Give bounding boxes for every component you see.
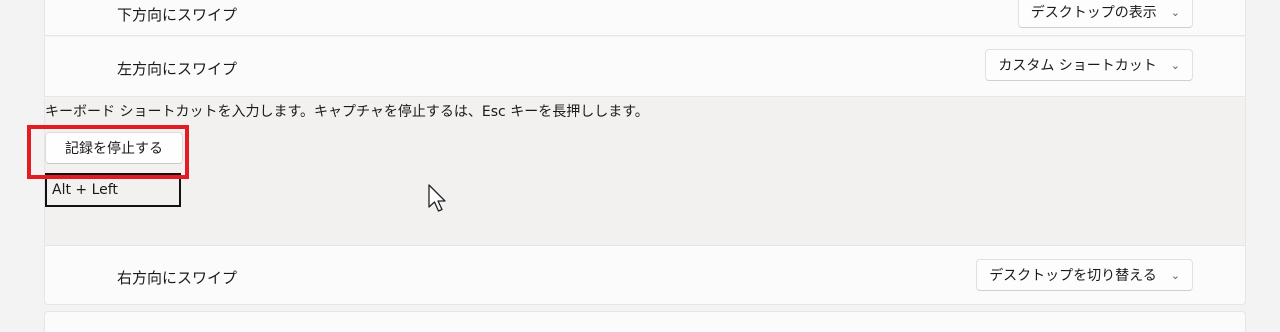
swipe-right-row: 右方向にスワイプ デスクトップを切り替える ⌄ — [44, 245, 1246, 305]
stop-recording-button[interactable]: 記録を停止する — [45, 132, 183, 164]
next-settings-card — [44, 311, 1246, 332]
swipe-down-label: 下方向にスワイプ — [117, 6, 238, 24]
swipe-down-dropdown-value: デスクトップの表示 — [1030, 5, 1157, 21]
swipe-left-dropdown[interactable]: カスタム ショートカット ⌄ — [985, 49, 1193, 81]
swipe-down-dropdown[interactable]: デスクトップの表示 ⌄ — [1017, 0, 1193, 28]
swipe-right-label: 右方向にスワイプ — [117, 269, 238, 287]
swipe-left-row: 左方向にスワイプ カスタム ショートカット ⌄ — [44, 37, 1246, 97]
settings-page: 下方向にスワイプ デスクトップの表示 ⌄ 左方向にスワイプ カスタム ショートカ… — [0, 0, 1280, 332]
swipe-right-dropdown[interactable]: デスクトップを切り替える ⌄ — [976, 259, 1193, 291]
chevron-down-icon: ⌄ — [1170, 58, 1180, 72]
chevron-down-icon: ⌄ — [1170, 268, 1180, 282]
swipe-down-row: 下方向にスワイプ デスクトップの表示 ⌄ — [44, 0, 1246, 36]
shortcut-input[interactable]: Alt + Left — [45, 173, 181, 207]
swipe-left-label: 左方向にスワイプ — [117, 60, 238, 78]
recorder-instruction: キーボード ショートカットを入力します。キャプチャを停止するは、Esc キーを長… — [45, 104, 649, 120]
swipe-left-dropdown-value: カスタム ショートカット — [998, 58, 1157, 74]
shortcut-recorder-panel: キーボード ショートカットを入力します。キャプチャを停止するは、Esc キーを長… — [44, 98, 1246, 245]
chevron-down-icon: ⌄ — [1170, 5, 1180, 19]
mouse-pointer-icon — [428, 184, 446, 212]
swipe-right-dropdown-value: デスクトップを切り替える — [989, 268, 1157, 284]
